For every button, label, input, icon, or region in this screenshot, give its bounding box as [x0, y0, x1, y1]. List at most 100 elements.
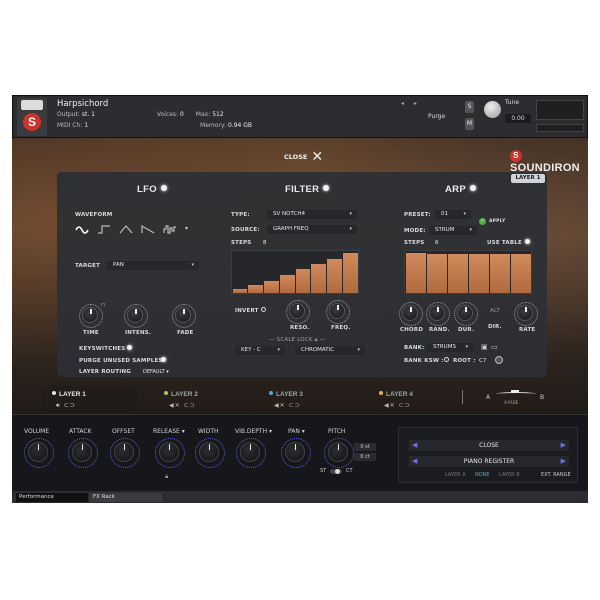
arp-enable-led[interactable] [469, 185, 476, 191]
arp-step-6[interactable] [510, 254, 531, 293]
filter-step-3[interactable] [264, 281, 279, 293]
random-wave-icon[interactable] [163, 224, 177, 235]
solo-button[interactable]: S [465, 101, 474, 113]
folder-icon[interactable]: ▭ [491, 343, 498, 351]
speaker-icon[interactable]: 🔊︎ [56, 402, 61, 409]
triangle-wave-icon[interactable] [119, 224, 133, 235]
sine-wave-icon[interactable] [75, 224, 89, 235]
bank-ksw-toggle[interactable] [444, 357, 449, 362]
none-option[interactable]: NONE [475, 472, 490, 478]
purge-unused-toggle[interactable] [161, 357, 166, 362]
release-label[interactable]: RELEASE ▾ [153, 428, 185, 435]
key-dropdown[interactable]: KEY - C ▾ [235, 346, 285, 355]
arp-step-graph[interactable] [404, 250, 532, 294]
mute-icon[interactable]: ◀✕ [274, 402, 286, 409]
ext-range-option[interactable]: EXT. RANGE [541, 472, 571, 478]
arp-dur-knob[interactable] [454, 302, 478, 326]
attack-knob[interactable] [68, 438, 98, 468]
filter-step-4[interactable] [279, 275, 295, 293]
close-selector[interactable]: ◀ CLOSE ▶ [409, 440, 569, 451]
close-button[interactable]: CLOSE ✕ [284, 149, 323, 165]
pan-label[interactable]: PAN ▾ [288, 428, 305, 435]
pan-volume-slider[interactable] [536, 124, 584, 132]
filter-enable-led[interactable] [323, 185, 330, 191]
arp-step-3[interactable] [447, 254, 468, 293]
arp-step-5[interactable] [489, 254, 510, 293]
layer-b-option[interactable]: LAYER B [499, 472, 520, 478]
vib-depth-label[interactable]: VIB.DEPTH ▾ [235, 428, 272, 435]
tab-fx-rack[interactable]: FX Rack [90, 493, 162, 502]
arp-step-1[interactable] [405, 253, 426, 293]
target-dropdown[interactable]: PAN ▾ [107, 261, 199, 270]
lfo-intensity-knob[interactable] [124, 304, 148, 328]
layer-3-controls[interactable]: ◀✕ ⊂⊃ [274, 402, 301, 409]
vib-depth-knob[interactable] [236, 438, 266, 468]
invert-toggle[interactable] [261, 307, 266, 312]
pan-knob[interactable] [281, 438, 311, 468]
link-icon[interactable]: ⊂⊃ [64, 402, 76, 409]
saw-wave-icon[interactable] [141, 224, 155, 235]
arp-step-4[interactable] [468, 254, 489, 293]
wrench-icon[interactable] [21, 100, 43, 110]
learn-icon[interactable] [495, 356, 503, 364]
filter-step-6[interactable] [311, 264, 326, 293]
arp-rand-knob[interactable] [426, 302, 450, 326]
filter-source-dropdown[interactable]: GRAPH FREQ ▾ [267, 225, 357, 234]
link-icon[interactable]: ⊂⊃ [184, 402, 196, 409]
filter-reso-knob[interactable] [286, 300, 310, 324]
close-icon[interactable]: ✕ [311, 149, 323, 165]
pitch-knob[interactable] [324, 438, 354, 468]
filter-step-8[interactable] [342, 253, 358, 293]
arrow-right-icon[interactable]: ▶ [561, 456, 566, 467]
midi-row[interactable]: MIDI Ch: 1 Memory: 0.94 GB [57, 122, 252, 129]
filter-step-7[interactable] [327, 259, 342, 293]
mute-icon[interactable]: ◀✕ [169, 402, 181, 409]
filter-step-1[interactable] [232, 289, 248, 293]
filter-type-dropdown[interactable]: SV NOTCH4 ▾ [267, 210, 357, 219]
kontakt-logo[interactable]: S [17, 98, 47, 136]
arp-title[interactable]: ARP [445, 184, 476, 195]
pitch-mode-toggle[interactable] [330, 469, 342, 474]
mode-dropdown[interactable]: STRUM ▾ [429, 226, 477, 235]
layer-1-controls[interactable]: 🔊︎ ⊂⊃ [56, 402, 76, 410]
layer-4-tab[interactable]: LAYER 4 [379, 391, 413, 398]
midi-value[interactable]: 1 [84, 122, 88, 129]
filter-steps-value[interactable]: 8 [263, 240, 267, 246]
lfo-fade-knob[interactable] [172, 304, 196, 328]
purge-menu[interactable]: Purge [428, 113, 445, 120]
tune-value[interactable]: 0.00 [505, 114, 531, 123]
mute-button[interactable]: M [465, 118, 474, 130]
filter-step-2[interactable] [248, 285, 263, 293]
arrow-left-icon[interactable]: ◀ [412, 456, 417, 467]
apply-check-icon[interactable]: ✓ [479, 218, 486, 225]
link-icon[interactable]: ⊂⊃ [289, 402, 301, 409]
tab-performance[interactable]: Performance [16, 493, 88, 502]
pitch-semitones-box[interactable]: 0 st [354, 443, 376, 451]
layer-3-tab[interactable]: LAYER 3 [269, 391, 303, 398]
keyswitches-toggle[interactable] [127, 345, 132, 350]
layer-2-tab[interactable]: LAYER 2 [164, 391, 198, 398]
width-knob[interactable] [195, 438, 225, 468]
layer-2-controls[interactable]: ◀✕ ⊂⊃ [169, 402, 196, 409]
waveform-selector[interactable]: ▾ [75, 224, 205, 236]
use-table-toggle[interactable] [525, 239, 530, 244]
filter-step-graph[interactable] [231, 250, 359, 294]
offset-knob[interactable] [110, 438, 140, 468]
lfo-time-knob[interactable] [79, 304, 103, 328]
release-lock-icon[interactable]: 🔒︎ [165, 473, 168, 481]
arrow-left-icon[interactable]: ◀ [412, 440, 417, 451]
layer-routing-dropdown[interactable]: DEFAULT ▾ [143, 369, 169, 375]
filter-freq-knob[interactable] [326, 300, 350, 324]
arp-steps-value[interactable]: 6 [435, 240, 439, 246]
output-row[interactable]: Output: st. 1 Voices: 0 Max: 512 [57, 111, 224, 118]
layer-1-tab[interactable]: LAYER 1 [52, 391, 86, 398]
layer-4-controls[interactable]: ◀✕ ⊂⊃ [384, 402, 411, 409]
max-value[interactable]: 512 [212, 111, 223, 118]
register-selector[interactable]: ◀ PIANO REGISTER ▶ [409, 456, 569, 467]
sync-icon[interactable]: ⊓ [101, 302, 105, 308]
arrow-right-icon[interactable]: ▶ [561, 440, 566, 451]
save-icon[interactable]: ▣ [481, 343, 488, 351]
release-knob[interactable] [155, 438, 185, 468]
bank-dropdown[interactable]: STRUMS ▾ [427, 343, 473, 352]
output-value[interactable]: st. 1 [82, 111, 95, 118]
